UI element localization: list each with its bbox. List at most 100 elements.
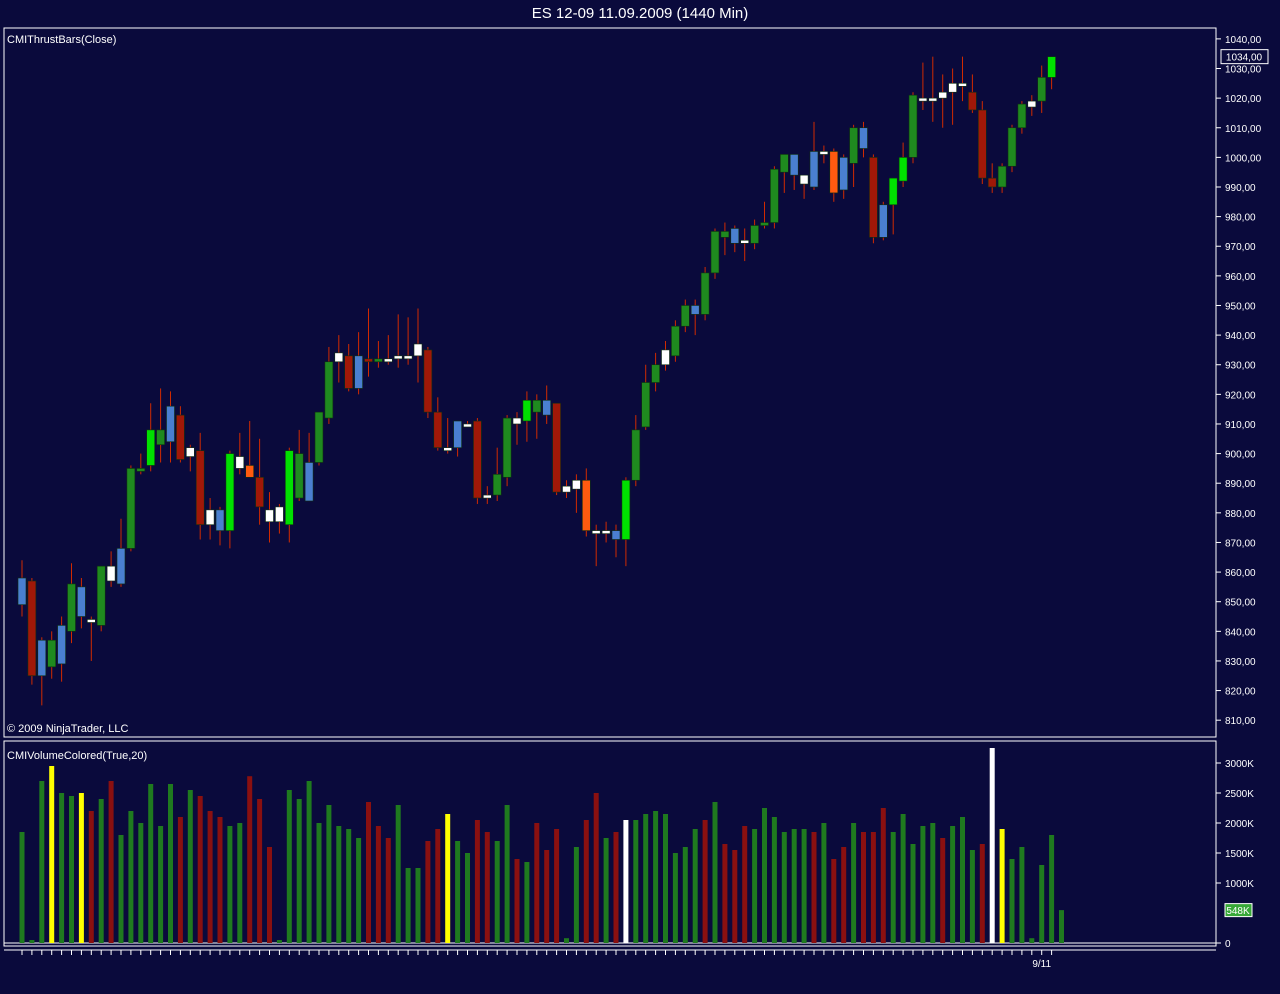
candle-body bbox=[789, 154, 799, 176]
chart-window: ES 12-09 11.09.2009 (1440 Min) CMIThrust… bbox=[0, 0, 1280, 994]
candle-body bbox=[690, 305, 700, 315]
candle bbox=[453, 420, 462, 457]
volume-bar bbox=[207, 811, 213, 943]
volume-axis-tick-label: 3000K bbox=[1225, 759, 1254, 770]
candle bbox=[413, 308, 423, 383]
candle-body bbox=[799, 174, 809, 185]
candle-body bbox=[750, 225, 759, 244]
candle-body bbox=[304, 462, 314, 502]
volume-bar bbox=[702, 820, 708, 943]
price-axis-tick-label: 880,00 bbox=[1225, 509, 1256, 520]
candle-body bbox=[888, 177, 898, 206]
volume-bar bbox=[346, 829, 352, 943]
volume-bar bbox=[1049, 835, 1055, 943]
candle bbox=[502, 415, 512, 487]
volume-bar bbox=[722, 844, 728, 943]
candle-body bbox=[126, 468, 136, 549]
candle-body bbox=[849, 127, 858, 164]
volume-bar bbox=[59, 793, 65, 943]
candle-series bbox=[17, 56, 1056, 706]
candle-body bbox=[393, 355, 403, 360]
candle-body bbox=[324, 361, 334, 419]
candle-body bbox=[829, 151, 839, 194]
price-axis-tick-label: 820,00 bbox=[1225, 687, 1256, 698]
volume-bar bbox=[950, 826, 956, 943]
candle bbox=[581, 468, 591, 537]
candle bbox=[1037, 65, 1046, 113]
volume-bar bbox=[158, 826, 164, 943]
candle bbox=[720, 222, 730, 256]
candle-body bbox=[37, 639, 47, 677]
volume-bar bbox=[306, 781, 312, 943]
candle bbox=[195, 432, 205, 540]
candle bbox=[463, 421, 472, 428]
candle bbox=[997, 163, 1007, 193]
candle bbox=[354, 332, 363, 395]
price-axis-tick-label: 1030,00 bbox=[1225, 65, 1262, 76]
candle-body bbox=[87, 619, 96, 623]
volume-bar bbox=[672, 853, 678, 943]
candle-body bbox=[779, 154, 789, 173]
volume-bar bbox=[336, 826, 342, 943]
volume-bar bbox=[168, 784, 173, 943]
volume-bar bbox=[108, 781, 114, 943]
candle-body bbox=[562, 485, 571, 493]
candle-body bbox=[354, 355, 363, 389]
price-axis-tick-label: 810,00 bbox=[1225, 716, 1256, 727]
chart-canvas[interactable]: CMIThrustBars(Close) © 2009 NinjaTrader,… bbox=[0, 0, 1280, 994]
candle bbox=[17, 560, 27, 617]
volume-bar bbox=[514, 859, 520, 943]
volume-bar bbox=[197, 796, 203, 943]
volume-bar bbox=[395, 805, 401, 943]
candle bbox=[898, 142, 908, 187]
candle-body bbox=[116, 548, 126, 585]
candle bbox=[205, 498, 215, 540]
price-axis-tick-label: 950,00 bbox=[1225, 301, 1256, 312]
candle-body bbox=[443, 447, 453, 451]
volume-bar bbox=[286, 790, 292, 943]
volume-bar bbox=[791, 829, 797, 943]
candle bbox=[136, 453, 146, 475]
volume-bar bbox=[643, 814, 649, 943]
volume-bar bbox=[98, 799, 104, 943]
last-price-label: 1034,00 bbox=[1226, 53, 1263, 64]
candle-body bbox=[403, 355, 413, 360]
volume-bar bbox=[900, 814, 906, 943]
candle-body bbox=[809, 151, 819, 188]
candle bbox=[77, 578, 86, 629]
candle-body bbox=[958, 83, 967, 87]
volume-bar bbox=[831, 859, 837, 943]
volume-bar bbox=[484, 832, 490, 943]
candle bbox=[255, 438, 264, 525]
volume-bar bbox=[554, 829, 560, 943]
candle bbox=[492, 447, 502, 501]
volume-bar bbox=[257, 799, 263, 943]
candle bbox=[473, 418, 482, 504]
candle-body bbox=[77, 586, 86, 617]
candle-body bbox=[1047, 56, 1056, 78]
candle bbox=[968, 74, 977, 113]
volume-bar bbox=[39, 781, 45, 943]
candle bbox=[383, 335, 393, 365]
candle bbox=[809, 121, 819, 190]
volume-bar bbox=[267, 847, 272, 943]
volume-bar bbox=[762, 808, 767, 943]
candle-body bbox=[740, 240, 750, 244]
candle bbox=[57, 616, 66, 682]
candle-body bbox=[651, 364, 660, 383]
candle bbox=[106, 551, 116, 587]
candle bbox=[37, 637, 47, 706]
candle-body bbox=[344, 355, 354, 389]
candle-body bbox=[859, 127, 868, 149]
candle-body bbox=[760, 222, 769, 226]
candle bbox=[750, 219, 759, 250]
candle bbox=[789, 154, 799, 190]
candle-body bbox=[186, 447, 195, 457]
candle-body bbox=[225, 453, 235, 531]
candle bbox=[275, 503, 284, 534]
candle-body bbox=[948, 83, 957, 93]
candle bbox=[859, 121, 868, 158]
price-panel-title: CMIThrustBars(Close) bbox=[7, 34, 116, 46]
candle-body bbox=[294, 453, 304, 499]
volume-bar bbox=[544, 850, 550, 943]
